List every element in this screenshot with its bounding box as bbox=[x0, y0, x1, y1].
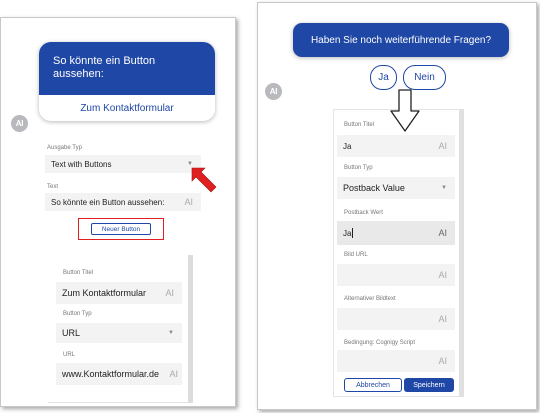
bot-avatar: AI bbox=[11, 115, 28, 132]
right-panel: AI Haben Sie noch weiterführende Fragen?… bbox=[257, 2, 537, 410]
ai-token-icon: AI bbox=[438, 314, 447, 324]
form-postback-value: Ja bbox=[343, 228, 352, 238]
ai-token-icon: AI bbox=[169, 369, 178, 379]
bubble-button-contact[interactable]: Zum Kontaktformular bbox=[39, 95, 215, 121]
ai-token-icon: AI bbox=[184, 197, 193, 207]
form-type-value: Postback Value bbox=[343, 183, 405, 193]
dropdown-caret-icon: ▼ bbox=[168, 330, 174, 336]
editor-type-select[interactable]: URL ▼ bbox=[56, 323, 182, 343]
form-type-label: Button Typ bbox=[344, 165, 373, 171]
bubble-text: So könnte ein Button aussehen: bbox=[39, 42, 215, 95]
button-form: Button Titel Ja AI Button Typ Postback V… bbox=[333, 109, 464, 397]
form-type-select[interactable]: Postback Value ▼ bbox=[337, 177, 455, 199]
text-label: Text bbox=[47, 184, 59, 190]
editor-type-value: URL bbox=[62, 328, 81, 338]
down-arrow-icon bbox=[390, 89, 420, 132]
form-condition-field[interactable]: AI bbox=[337, 350, 455, 372]
ai-token-icon: AI bbox=[438, 228, 447, 238]
new-button-highlight: Neuer Button bbox=[78, 218, 164, 240]
editor-url-field[interactable]: www.Kontaktformular.de AI bbox=[56, 363, 182, 385]
cancel-button[interactable]: Abbrechen bbox=[344, 378, 402, 392]
left-panel: AI So könnte ein Button aussehen: Zum Ko… bbox=[0, 17, 236, 407]
form-postback-field[interactable]: Ja AI bbox=[337, 221, 455, 245]
chat-bubble: So könnte ein Button aussehen: Zum Konta… bbox=[39, 42, 215, 121]
ai-token-icon: AI bbox=[438, 356, 447, 366]
new-button[interactable]: Neuer Button bbox=[91, 223, 151, 235]
form-title-value: Ja bbox=[343, 141, 352, 151]
form-postback-label: Postback Wert bbox=[344, 210, 383, 216]
output-type-value: Text with Buttons bbox=[51, 159, 112, 169]
form-title-label: Button Titel bbox=[344, 122, 375, 128]
text-cursor bbox=[352, 228, 354, 238]
quick-reply-ja[interactable]: Ja bbox=[370, 65, 397, 90]
bot-avatar: AI bbox=[265, 83, 282, 100]
editor-url-label: URL bbox=[63, 352, 76, 358]
ai-token-icon: AI bbox=[438, 141, 447, 151]
form-title-field[interactable]: Ja AI bbox=[337, 135, 455, 157]
save-button[interactable]: Speichern bbox=[404, 378, 454, 392]
editor-type-label: Button Typ bbox=[63, 311, 92, 317]
red-arrow-icon bbox=[191, 167, 217, 193]
button-editor: Button Titel Zum Kontaktformular AI Butt… bbox=[48, 255, 193, 403]
output-type-select[interactable]: Text with Buttons ▼ bbox=[45, 155, 201, 173]
editor-title-field[interactable]: Zum Kontaktformular AI bbox=[56, 282, 182, 304]
text-field[interactable]: So könnte ein Button aussehen: AI bbox=[45, 193, 201, 211]
form-image-url-field[interactable]: AI bbox=[337, 264, 455, 286]
form-condition-label: Bedingung: Cognigy Script bbox=[344, 340, 416, 346]
editor-title-label: Button Titel bbox=[63, 270, 94, 276]
ai-token-icon: AI bbox=[438, 270, 447, 280]
editor-title-value: Zum Kontaktformular bbox=[62, 288, 147, 298]
form-alt-text-label: Alternativer Bildtext bbox=[344, 296, 396, 302]
output-type-label: Ausgabe Typ bbox=[47, 145, 82, 151]
dropdown-caret-icon: ▼ bbox=[441, 185, 447, 191]
ai-token-icon: AI bbox=[165, 288, 174, 298]
chat-bubble-question: Haben Sie noch weiterführende Fragen? bbox=[293, 23, 509, 57]
editor-url-value: www.Kontaktformular.de bbox=[62, 369, 160, 379]
form-image-url-label: Bild URL bbox=[344, 252, 368, 258]
form-alt-text-field[interactable]: AI bbox=[337, 308, 455, 330]
text-value: So könnte ein Button aussehen: bbox=[51, 197, 165, 207]
quick-reply-nein[interactable]: Nein bbox=[403, 65, 446, 90]
